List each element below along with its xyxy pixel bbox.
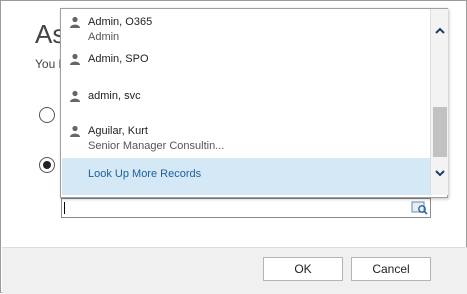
- cancel-button[interactable]: Cancel: [351, 257, 431, 281]
- assign-to-user-radio[interactable]: [39, 157, 55, 173]
- person-icon: [70, 90, 80, 102]
- lookup-results-dropdown: Admin, O365 Admin Admin, SPO admin, svc …: [60, 8, 448, 198]
- ok-button[interactable]: OK: [263, 257, 343, 281]
- result-subtitle: Admin: [88, 31, 120, 43]
- result-name: Admin, O365: [88, 16, 153, 28]
- lookup-result-item[interactable]: Aguilar, Kurt Senior Manager Consultin..…: [61, 121, 429, 157]
- dropdown-scrollbar[interactable]: [430, 9, 448, 195]
- text-caret: [64, 202, 65, 214]
- result-name: Admin, SPO: [88, 53, 149, 65]
- lookup-result-item[interactable]: Admin, SPO: [61, 49, 429, 85]
- person-icon: [70, 16, 80, 28]
- result-subtitle: Senior Manager Consultin...: [88, 140, 225, 152]
- assign-to-me-radio[interactable]: [39, 107, 55, 123]
- lookup-search-icon[interactable]: [411, 200, 429, 216]
- result-name: Aguilar, Kurt: [88, 125, 148, 137]
- look-up-more-records-link[interactable]: Look Up More Records: [62, 158, 430, 195]
- lookup-result-item[interactable]: Admin, O365 Admin: [61, 12, 429, 48]
- lookup-result-item[interactable]: admin, svc: [61, 86, 429, 122]
- person-icon: [70, 125, 80, 137]
- scroll-up-icon[interactable]: [434, 25, 446, 37]
- scroll-down-icon[interactable]: [434, 167, 446, 179]
- owner-lookup-input[interactable]: [61, 198, 431, 218]
- scroll-thumb[interactable]: [433, 107, 447, 157]
- person-icon: [70, 53, 80, 65]
- look-up-more-label: Look Up More Records: [88, 168, 202, 180]
- result-name: admin, svc: [88, 90, 141, 102]
